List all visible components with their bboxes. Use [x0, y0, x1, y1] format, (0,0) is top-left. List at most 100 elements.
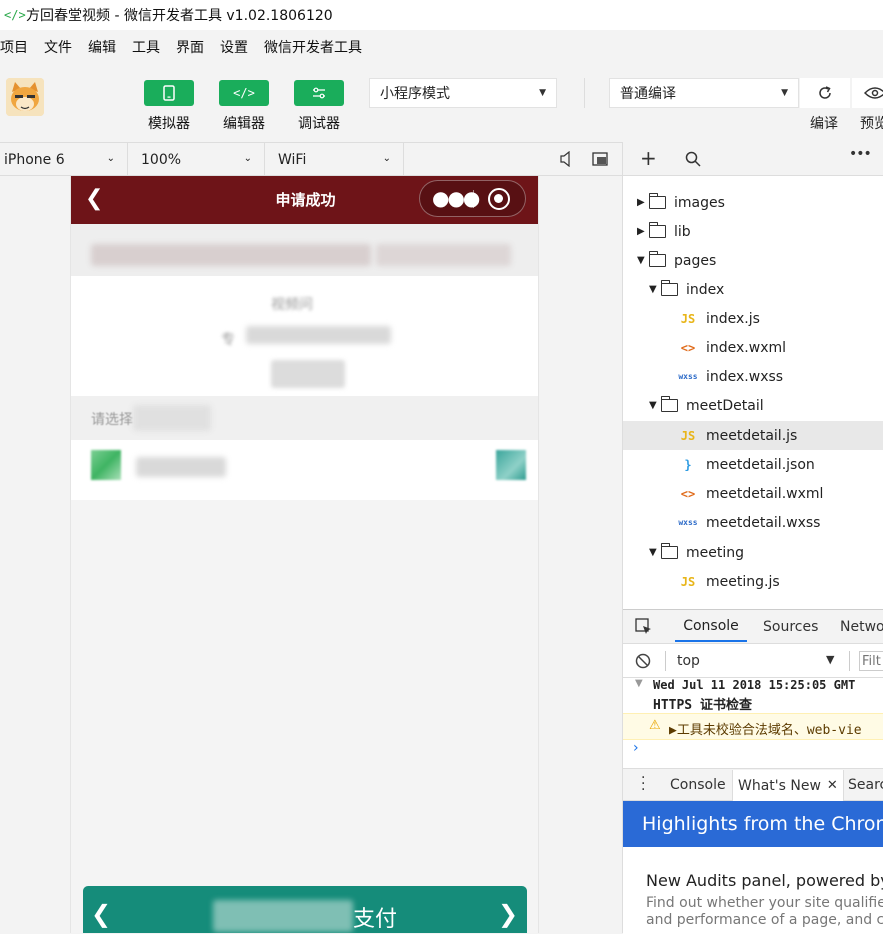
divider: [849, 651, 850, 671]
tree-folder-images[interactable]: ▶ images: [623, 188, 883, 217]
compile-select[interactable]: 普通编译 ▼: [609, 78, 799, 108]
add-icon[interactable]: +: [640, 146, 657, 170]
caret-down-icon: ▼: [649, 547, 657, 558]
search-icon[interactable]: [685, 151, 701, 167]
network-select[interactable]: WiFi ⌄: [265, 143, 404, 176]
menu-file[interactable]: 文件: [44, 37, 72, 57]
tree-file-index-wxss[interactable]: wxss index.wxss: [623, 362, 883, 391]
detach-button[interactable]: [592, 152, 608, 170]
sliders-icon: [313, 87, 325, 99]
caret-down-icon: ▼: [635, 678, 643, 689]
warning-message: ▶工具未校验合法域名、web-vie: [669, 723, 862, 738]
drawer-tab-console[interactable]: Console: [670, 770, 726, 800]
context-select[interactable]: top: [677, 653, 700, 669]
console-warning-row[interactable]: ⚠ ▶工具未校验合法域名、web-vie: [623, 713, 883, 740]
mode-select[interactable]: 小程序模式 ▼: [369, 78, 557, 108]
log-message: HTTPS 证书检查: [653, 698, 752, 713]
option-indicator[interactable]: [496, 450, 526, 480]
drawer-menu-icon[interactable]: · · ·: [641, 771, 645, 797]
phone-icon: [163, 85, 175, 101]
file-explorer-panel: + ••• ▶ images ▶ lib ▼ pages ▼ index JS index…: [622, 142, 883, 934]
tree-file-meetdetail-wxss[interactable]: wxss meetdetail.wxss: [623, 508, 883, 537]
more-icon[interactable]: •••: [849, 146, 872, 162]
close-circle-icon[interactable]: [488, 188, 510, 210]
menu-project[interactable]: 项目: [0, 37, 28, 57]
app-logo-icon: </>: [4, 8, 26, 22]
menu-interface[interactable]: 界面: [176, 37, 204, 57]
menu-tools[interactable]: 工具: [132, 37, 160, 57]
caret-down-icon: ▼: [781, 88, 788, 98]
tree-folder-meetdetail[interactable]: ▼ meetDetail: [623, 391, 883, 420]
simulator-button[interactable]: [144, 80, 194, 106]
whats-new-panel: Highlights from the Chrome New Audits pa…: [623, 801, 883, 934]
redacted-text: [246, 326, 391, 344]
redacted-text: [91, 244, 371, 266]
tree-file-meetdetail-wxml[interactable]: <> meetdetail.wxml: [623, 479, 883, 508]
menu-edit[interactable]: 编辑: [88, 37, 116, 57]
tree-file-meetdetail-js[interactable]: JS meetdetail.js: [623, 421, 883, 450]
inspect-cursor-icon[interactable]: [635, 618, 653, 636]
console-filter-input[interactable]: [859, 651, 883, 671]
tree-folder-pages[interactable]: ▼ pages: [623, 246, 883, 275]
close-icon[interactable]: ✕: [827, 778, 838, 793]
divider: [584, 78, 585, 108]
log-timestamp: Wed Jul 11 2018 15:25:05 GMT: [653, 678, 856, 692]
warning-icon: ⚠: [649, 718, 661, 733]
caret-down-icon: ▼: [539, 88, 546, 98]
refresh-icon: [819, 86, 831, 99]
zoom-select[interactable]: 100% ⌄: [128, 143, 265, 176]
preview-label[interactable]: 预览: [860, 113, 883, 133]
drawer-tab-whats-new[interactable]: What's New ✕: [732, 770, 844, 801]
clear-console-icon[interactable]: [635, 653, 651, 669]
menu-settings[interactable]: 设置: [220, 37, 248, 57]
tree-file-meetdetail-json[interactable]: } meetdetail.json: [623, 450, 883, 479]
blurred-text: 专: [221, 332, 235, 348]
avatar[interactable]: [6, 78, 44, 116]
tab-network[interactable]: Netwo: [840, 612, 883, 642]
news-title[interactable]: New Audits panel, powered by: [646, 871, 883, 890]
tab-console[interactable]: Console: [675, 612, 747, 642]
pay-button-label: 支付: [353, 907, 398, 932]
folder-open-icon: [660, 543, 678, 559]
redacted-text: [271, 360, 345, 388]
debugger-button[interactable]: [294, 80, 344, 106]
tab-sources[interactable]: Sources: [763, 612, 818, 642]
more-dots-icon[interactable]: ●●●: [432, 186, 480, 210]
simulator-label[interactable]: 模拟器: [134, 113, 204, 133]
tree-folder-lib[interactable]: ▶ lib: [623, 217, 883, 246]
option-checkbox[interactable]: [91, 450, 121, 480]
caret-right-icon: ▶: [637, 197, 645, 208]
compile-button[interactable]: [800, 78, 850, 108]
tree-folder-index[interactable]: ▼ index: [623, 275, 883, 304]
tree-file-meeting-js[interactable]: JS meeting.js: [623, 567, 883, 596]
device-model-select[interactable]: iPhone 6 ⌄: [0, 143, 128, 176]
editor-label[interactable]: 编辑器: [209, 113, 279, 133]
device-model-value: iPhone 6: [4, 151, 65, 168]
chevron-right-icon: ❯: [498, 900, 519, 928]
toolbar: 模拟器 </> 编辑器 调试器 小程序模式 ▼ 普通编译 ▼ 编译 预览: [0, 64, 883, 142]
phone-screen: ❮ 申请成功 ●●● 视频问 专 请选择 ❮ 支付 ❯: [70, 176, 539, 933]
caret-right-icon: ▶: [637, 226, 645, 237]
tree-file-index-wxml[interactable]: <> index.wxml: [623, 333, 883, 362]
debugger-label[interactable]: 调试器: [284, 113, 354, 133]
compile-label[interactable]: 编译: [810, 113, 838, 133]
mute-button[interactable]: [560, 150, 574, 171]
pay-button[interactable]: ❮ 支付 ❯: [83, 886, 527, 933]
chevron-down-icon: ⌄: [382, 153, 391, 164]
prompt-chevron-icon[interactable]: ›: [633, 740, 639, 756]
preview-button[interactable]: [852, 78, 883, 108]
window-title: 方回春堂视频 - 微信开发者工具 v1.02.1806120: [26, 8, 333, 24]
redacted-text: [136, 457, 226, 477]
tree-folder-meeting[interactable]: ▼ meeting: [623, 538, 883, 567]
network-value: WiFi: [278, 151, 307, 168]
highlights-banner: Highlights from the Chrome: [623, 801, 883, 847]
drawer-tab-search[interactable]: Search: [848, 770, 883, 800]
wxss-file-icon: wxss: [678, 372, 698, 381]
tree-file-index-js[interactable]: JS index.js: [623, 304, 883, 333]
js-file-icon: JS: [680, 428, 696, 443]
folder-icon: [648, 222, 666, 238]
news-desc-line2: and performance of a page, and c: [646, 912, 883, 928]
editor-button[interactable]: </>: [219, 80, 269, 106]
js-file-icon: JS: [680, 574, 696, 589]
menu-wechat-devtools[interactable]: 微信开发者工具: [264, 37, 362, 57]
